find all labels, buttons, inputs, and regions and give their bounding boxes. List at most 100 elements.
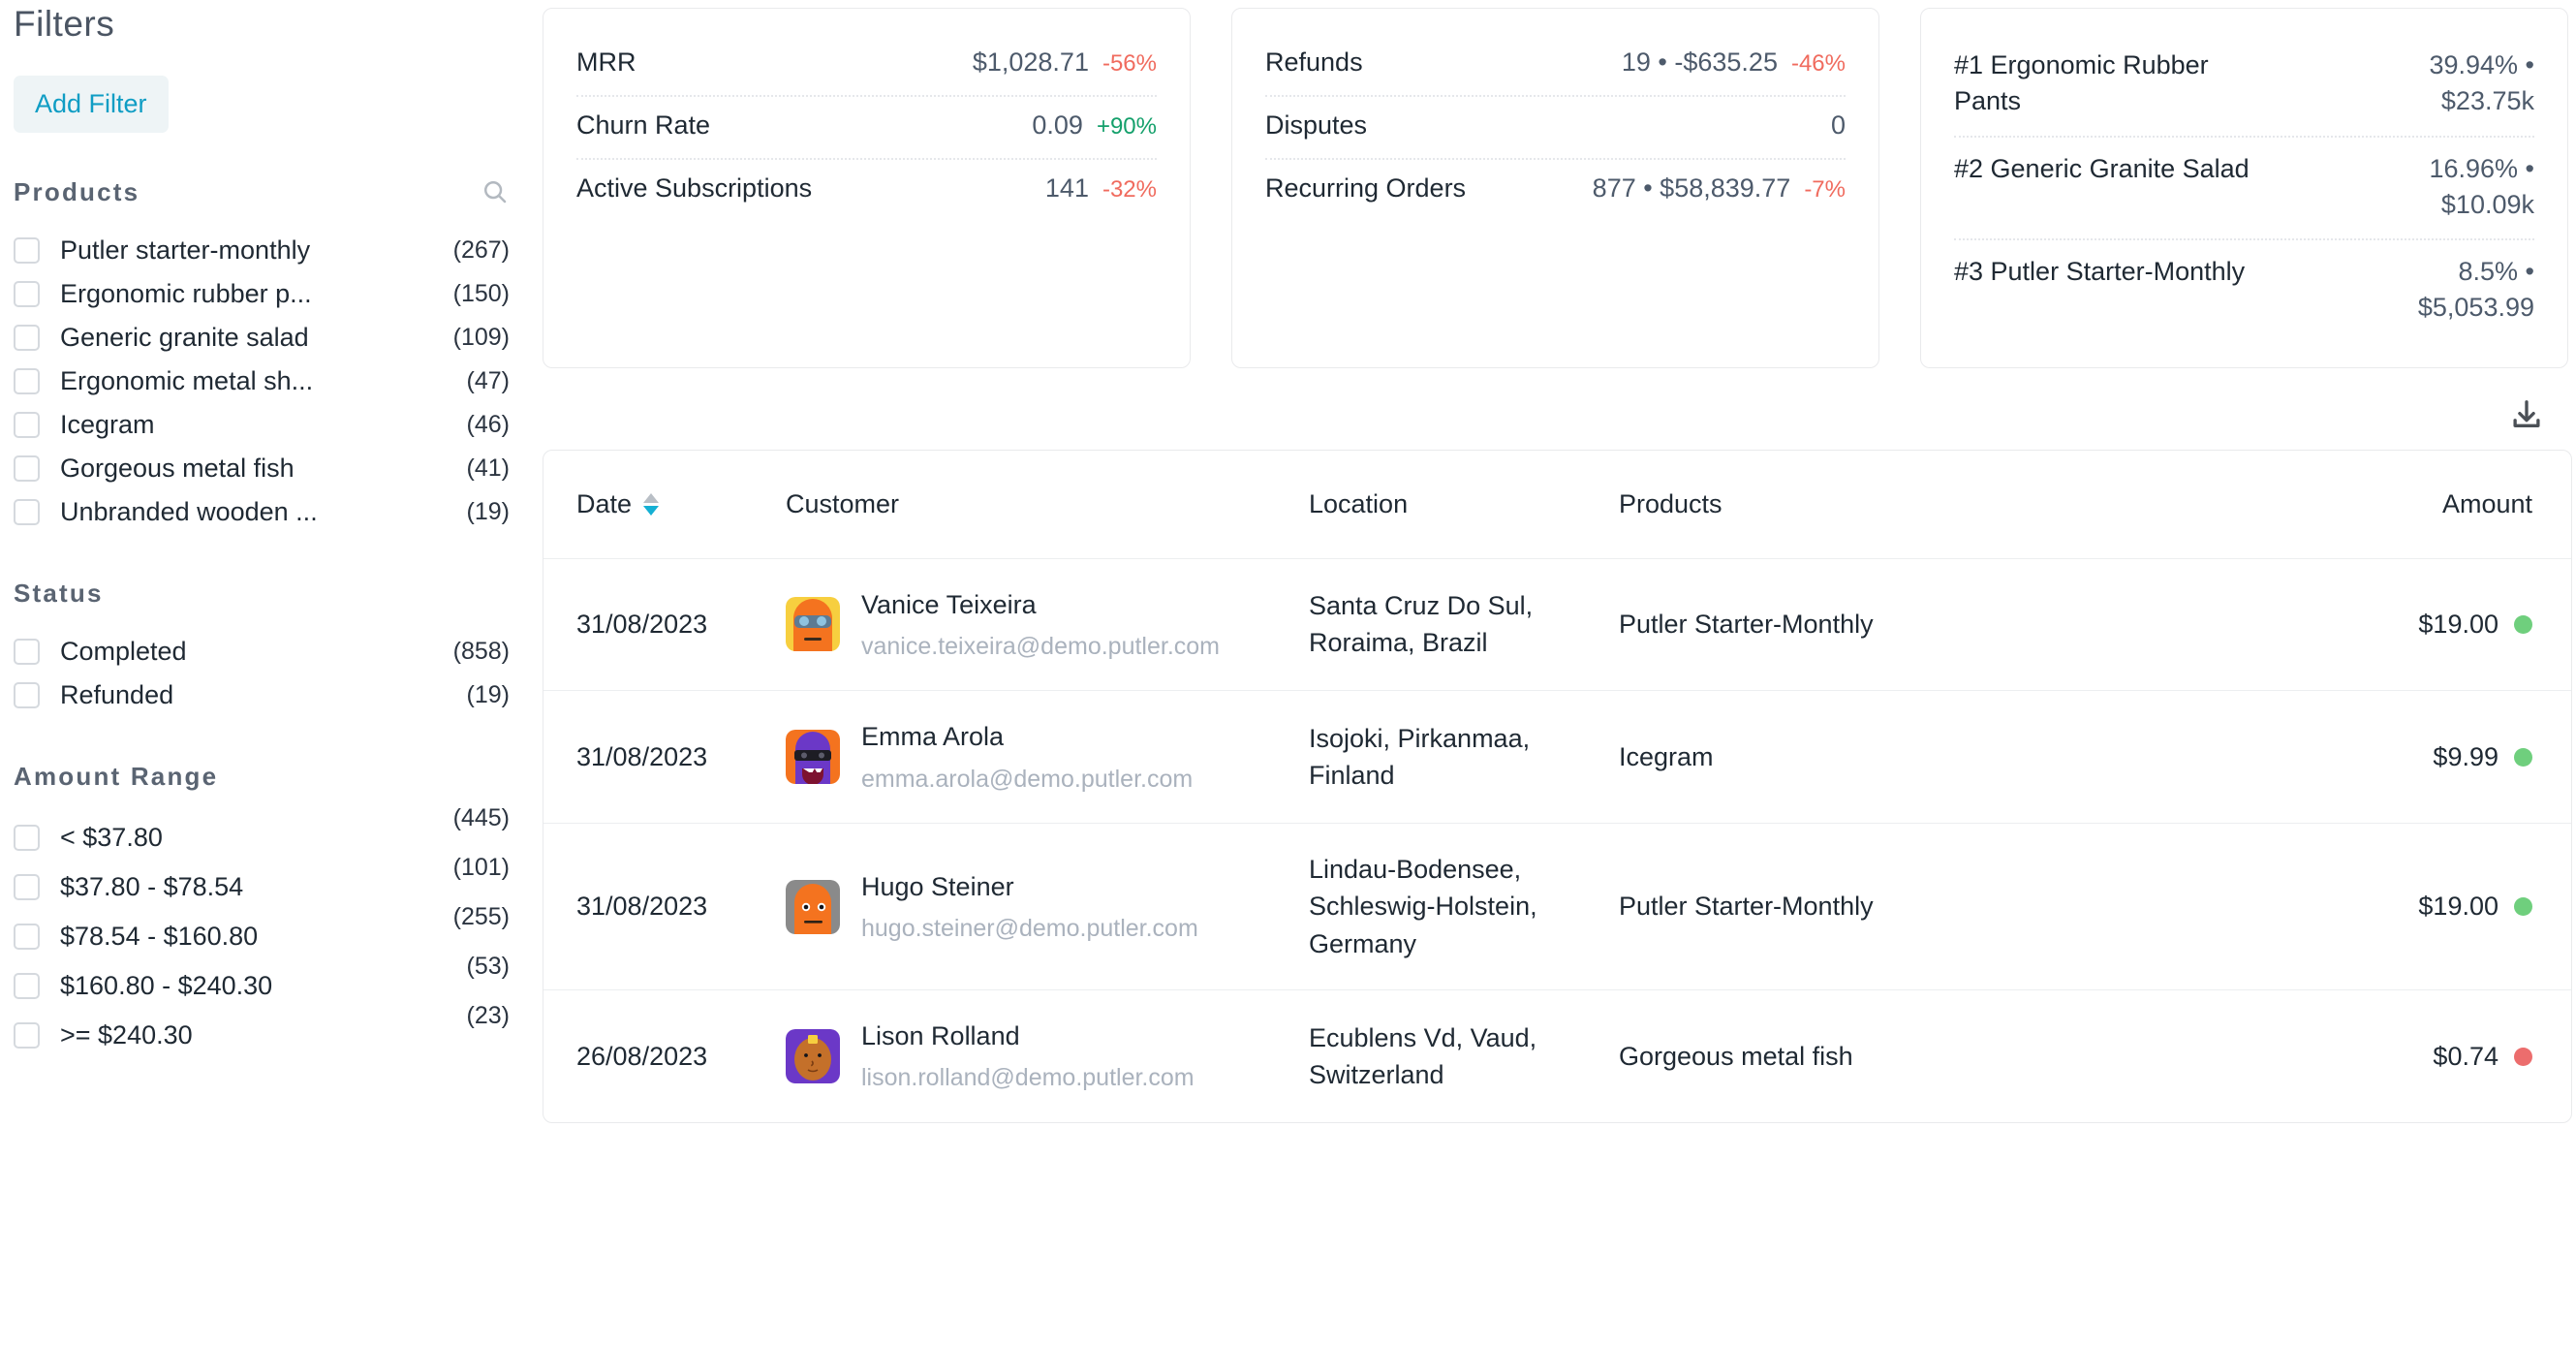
checkbox[interactable] [14,280,40,307]
facet-option-count: (445) [452,803,510,831]
facet-option[interactable]: $78.54 - $160.80 (255) [10,903,515,961]
cell-products: Putler Starter-Monthly [1619,823,2084,991]
avatar [786,879,840,934]
kpi-delta: -46% [1790,50,1846,77]
facet-option[interactable]: < $37.80 (445) [10,804,515,862]
facet-group-amount-range: Amount Range < $37.80 (445) $37.80 - $78.54… [10,762,515,1060]
cell-customer: Emma Arola emma.arola@demo.putler.com [786,690,1309,825]
kpi-value: 877 • $58,839.77 [1592,173,1791,203]
kpi-value: 0 [1830,110,1846,140]
facet-option[interactable]: Completed (858) [10,630,515,674]
cell-date: 31/08/2023 [543,823,786,991]
facet-title: Products [14,176,140,206]
kpi-value-group: 141 -32% [1045,173,1157,204]
checkbox[interactable] [14,498,40,525]
cell-location: Isojoki, Pirkanmaa, Finland [1309,690,1619,825]
cell-customer: Hugo Steiner hugo.steiner@demo.putler.com [786,823,1309,991]
sort-ascending-icon[interactable] [643,492,660,503]
add-filter-button[interactable]: Add Filter [14,75,169,133]
facet-options: Putler starter-monthly (267) Ergonomic rub… [10,229,515,534]
checkbox[interactable] [14,972,40,999]
facet-options: < $37.80 (445) $37.80 - $78.54 (101) $78.54 … [10,804,515,1060]
checkbox[interactable] [14,923,40,950]
facet-option[interactable]: Ergonomic metal sh... (47) [10,360,515,403]
table-row[interactable]: 26/08/2023 Lison Rolland lison.rolland@dem… [543,990,2571,1122]
main-content: MRR $1,028.71 -56% Churn Rate 0.09 +90% Active… [543,0,2576,1347]
column-header-products[interactable]: Products [1619,450,2084,559]
customer-info: Vanice Teixeira vanice.teixeira@demo.putl… [861,586,1220,664]
kpi-label: Active Subscriptions [576,173,813,203]
facet-option[interactable]: Gorgeous metal fish (41) [10,447,515,490]
table-row[interactable]: 31/08/2023 Emma Arola emma.arola@demo.putl… [543,690,2571,825]
top-product-metrics: 16.96% • $10.09k [2429,151,2534,224]
checkbox[interactable] [14,324,40,351]
kpi-label: Disputes [1265,110,1368,140]
facet-option-count: (19) [466,497,510,525]
facet-title: Amount Range [14,761,219,791]
orders-dashboard: Filters Add Filter Products Putler starte… [0,0,2576,1347]
amount-value: $19.00 [2418,892,2498,922]
facet-option-label: Unbranded wooden ... [60,496,318,526]
table-row[interactable]: 31/08/2023 Hugo Steiner hugo.steiner@demo.… [543,823,2571,991]
facet-header: Products [10,177,515,207]
facet-option-label: >= $240.30 [60,1019,193,1049]
facet-title: Status [14,578,104,608]
facet-option-count: (150) [452,279,510,307]
facet-option[interactable]: Unbranded wooden ... (19) [10,490,515,534]
facet-option[interactable]: Refunded (19) [10,674,515,717]
top-product-name: #1 Ergonomic Rubber Pants [1954,50,2209,116]
cell-amount: $0.74 [2084,990,2571,1122]
column-header-customer[interactable]: Customer [786,450,1309,559]
status-badge [2514,1047,2532,1066]
facet-option[interactable]: $37.80 - $78.54 (101) [10,854,515,912]
kpi-card-left: MRR $1,028.71 -56% Churn Rate 0.09 +90% Active… [543,8,1191,368]
top-product-name: #3 Putler Starter-Monthly [1954,257,2246,286]
checkbox[interactable] [14,638,40,665]
facet-option[interactable]: Generic granite salad (109) [10,316,515,360]
top-product-row: #1 Ergonomic Rubber Pants 39.94% • $23.75k [1954,34,2534,138]
checkbox[interactable] [14,681,40,708]
kpi-value-group: 19 • -$635.25 -46% [1622,47,1846,78]
facet-option-count: (41) [466,454,510,482]
orders-table-card: Date Customer Location Products Amount 3… [543,449,2572,1123]
checkbox[interactable] [14,824,40,851]
kpi-label: MRR [576,47,636,77]
top-product-percent: 39.94% • [2429,50,2534,79]
top-product-row: #3 Putler Starter-Monthly 8.5% • $5,053.99 [1954,240,2534,342]
facet-option[interactable]: Ergonomic rubber p... (150) [10,272,515,316]
checkbox[interactable] [14,454,40,482]
facet-option[interactable]: >= $240.30 (23) [10,1002,515,1060]
kpi-delta: +90% [1096,113,1157,140]
facet-option-label: $160.80 - $240.30 [60,970,273,1000]
sort-toggle-date[interactable] [643,492,660,516]
orders-table: Date Customer Location Products Amount 3… [543,450,2571,1122]
checkbox[interactable] [14,873,40,900]
customer-name: Emma Arola [861,722,1005,752]
top-product-percent: 16.96% • [2429,153,2534,183]
checkbox[interactable] [14,236,40,264]
column-header-location[interactable]: Location [1309,450,1619,559]
facet-option-label: Ergonomic metal sh... [60,365,314,395]
column-header-amount[interactable]: Amount [2084,450,2571,559]
table-body: 31/08/2023 Vanice Teixeira vanice.teixeira… [543,558,2571,1122]
kpi-row: Recurring Orders 877 • $58,839.77 -7% [1265,160,1846,221]
search-icon[interactable] [481,177,510,206]
table-row[interactable]: 31/08/2023 Vanice Teixeira vanice.teixeira… [543,558,2571,692]
facet-option[interactable]: Putler starter-monthly (267) [10,229,515,272]
customer-info: Hugo Steiner hugo.steiner@demo.putler.com [861,868,1198,946]
column-header-date[interactable]: Date [543,450,786,559]
facet-option-label: $37.80 - $78.54 [60,871,244,901]
facet-option[interactable]: Icegram (46) [10,403,515,447]
top-product-metrics: 8.5% • $5,053.99 [2418,254,2534,327]
facet-option-label: < $37.80 [60,822,163,852]
checkbox[interactable] [14,1021,40,1049]
checkbox[interactable] [14,411,40,438]
download-icon[interactable] [2508,397,2545,434]
status-badge [2514,614,2532,634]
facet-option[interactable]: $160.80 - $240.30 (53) [10,953,515,1011]
sort-descending-icon[interactable] [643,505,660,516]
table-toolbar [543,368,2572,450]
cell-products: Putler Starter-Monthly [1619,558,2084,692]
facet-option-count: (255) [452,902,510,930]
checkbox[interactable] [14,367,40,394]
